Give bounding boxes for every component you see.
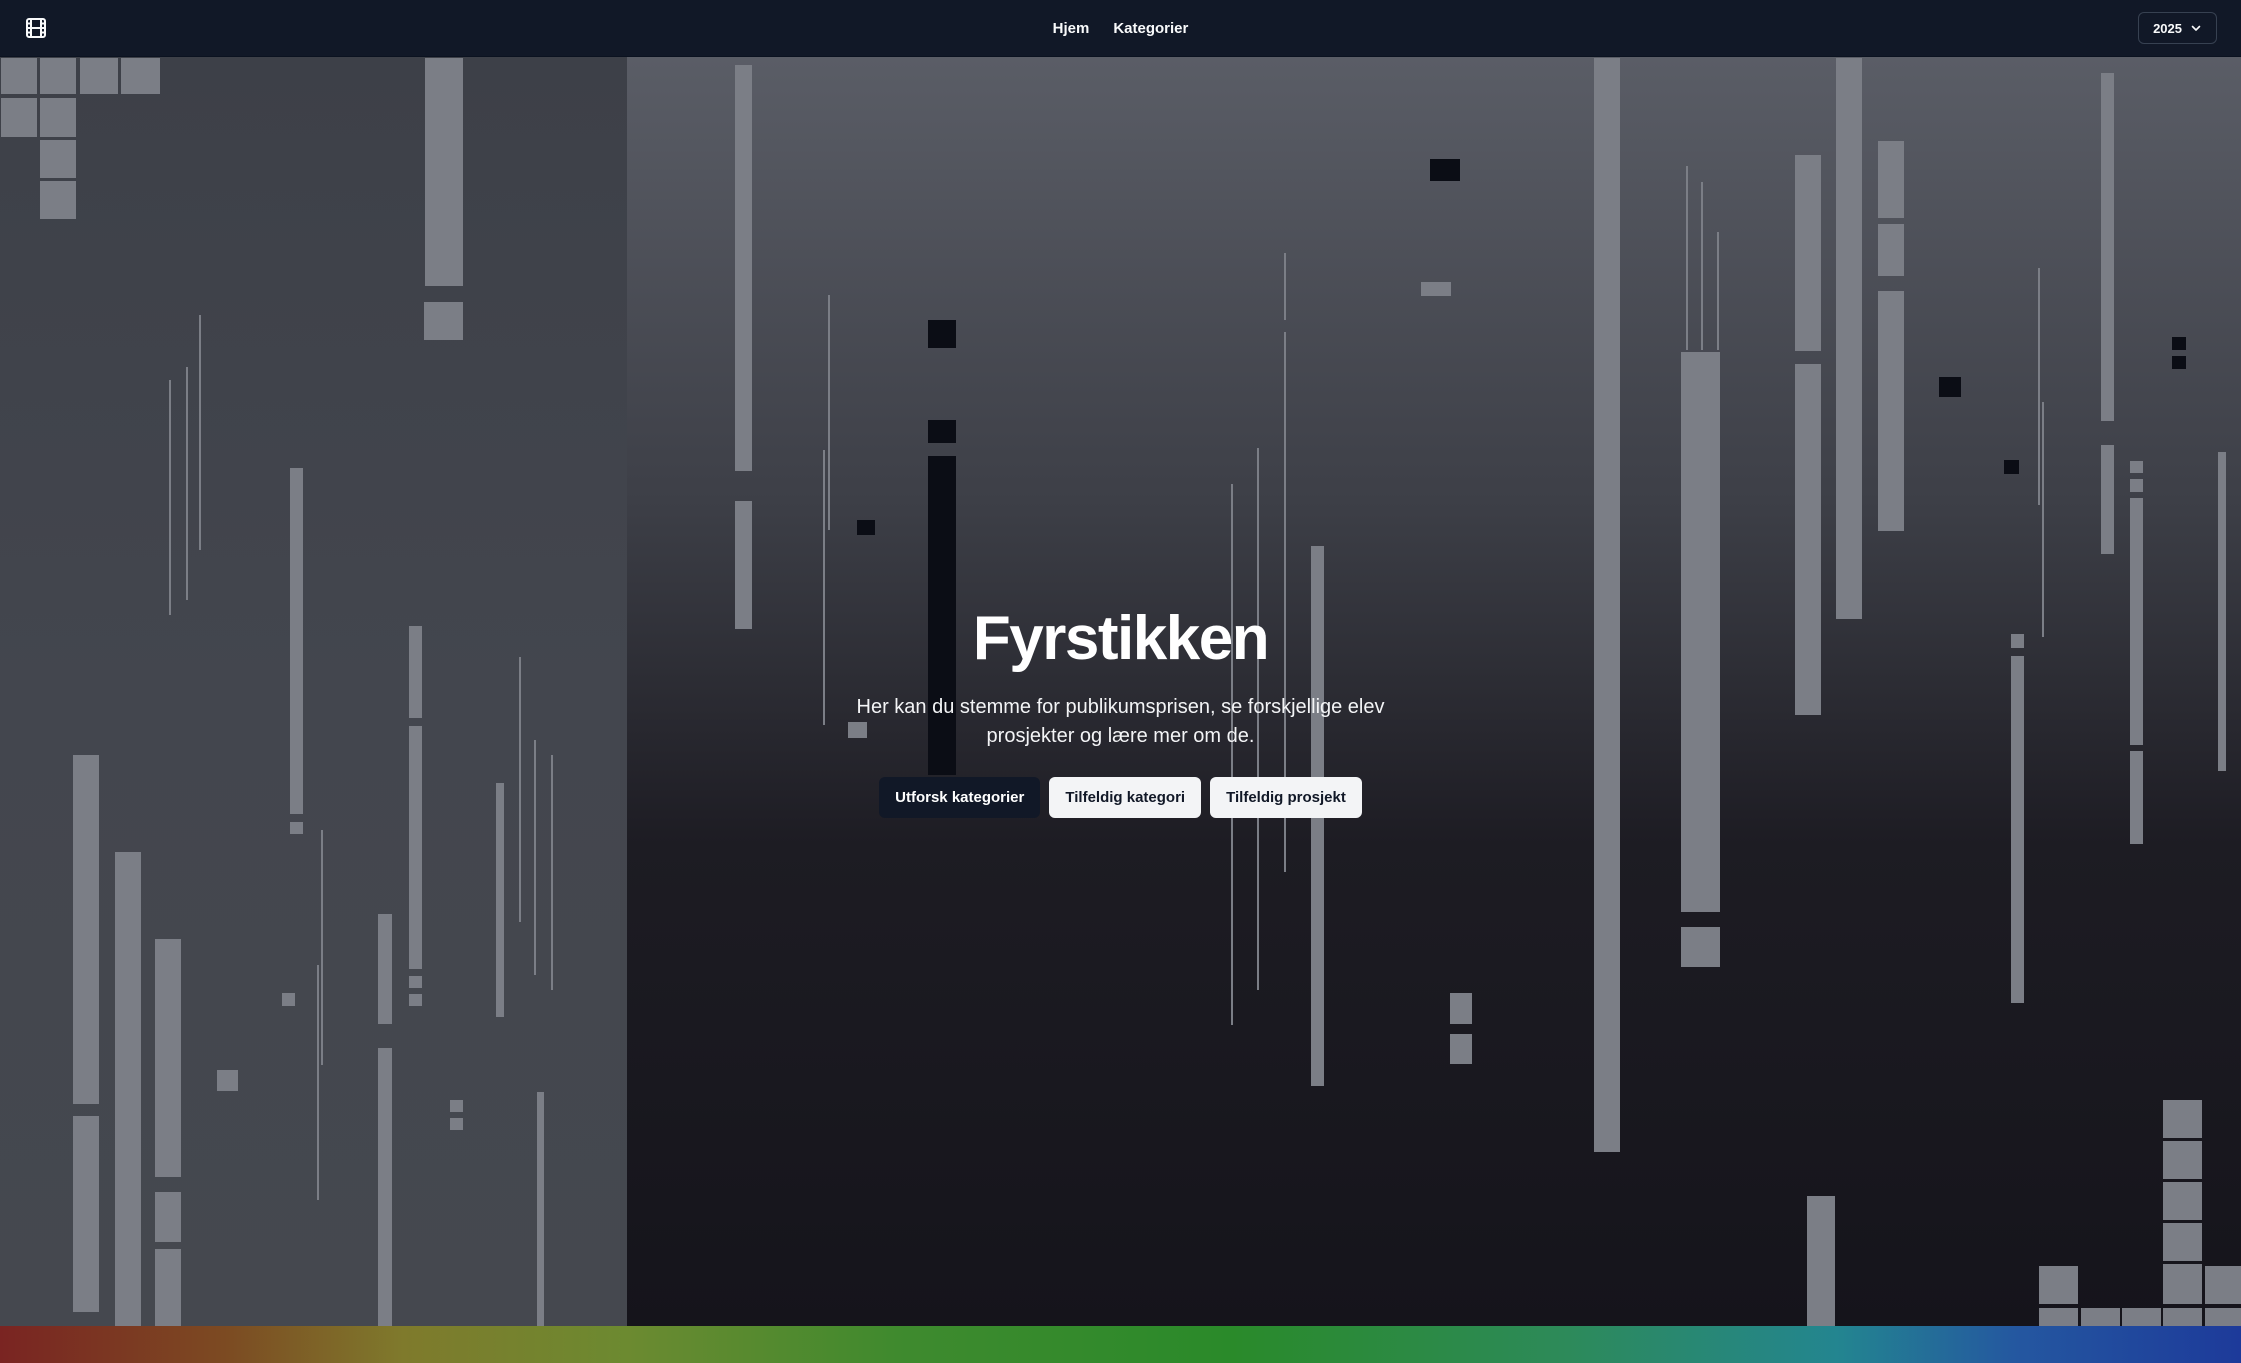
nav-link-kategorier[interactable]: Kategorier [1113, 20, 1188, 37]
chevron-down-icon [2191, 25, 2201, 31]
hero-title: Fyrstikken [972, 604, 1270, 673]
year-select-value: 2025 [2153, 20, 2182, 36]
random-project-button[interactable]: Tilfeldig prosjekt [1210, 777, 1362, 819]
nav-link-hjem[interactable]: Hjem [1053, 20, 1090, 37]
hero-section: Fyrstikken Her kan du stemme for publiku… [0, 57, 2241, 1326]
rainbow-footer-strip [0, 1326, 2241, 1363]
nav-links: Hjem Kategorier [0, 0, 2241, 57]
hero-content: Fyrstikken Her kan du stemme for publiku… [0, 604, 2241, 819]
hero-buttons: Utforsk kategorier Tilfeldig kategori Ti… [0, 777, 2241, 819]
random-category-button[interactable]: Tilfeldig kategori [1049, 777, 1202, 819]
explore-categories-button[interactable]: Utforsk kategorier [879, 777, 1041, 819]
top-navbar: Hjem Kategorier 2025 [0, 0, 2241, 57]
year-select[interactable]: 2025 [2138, 12, 2217, 44]
hero-subtitle: Her kan du stemme for publikumsprisen, s… [856, 696, 1385, 748]
